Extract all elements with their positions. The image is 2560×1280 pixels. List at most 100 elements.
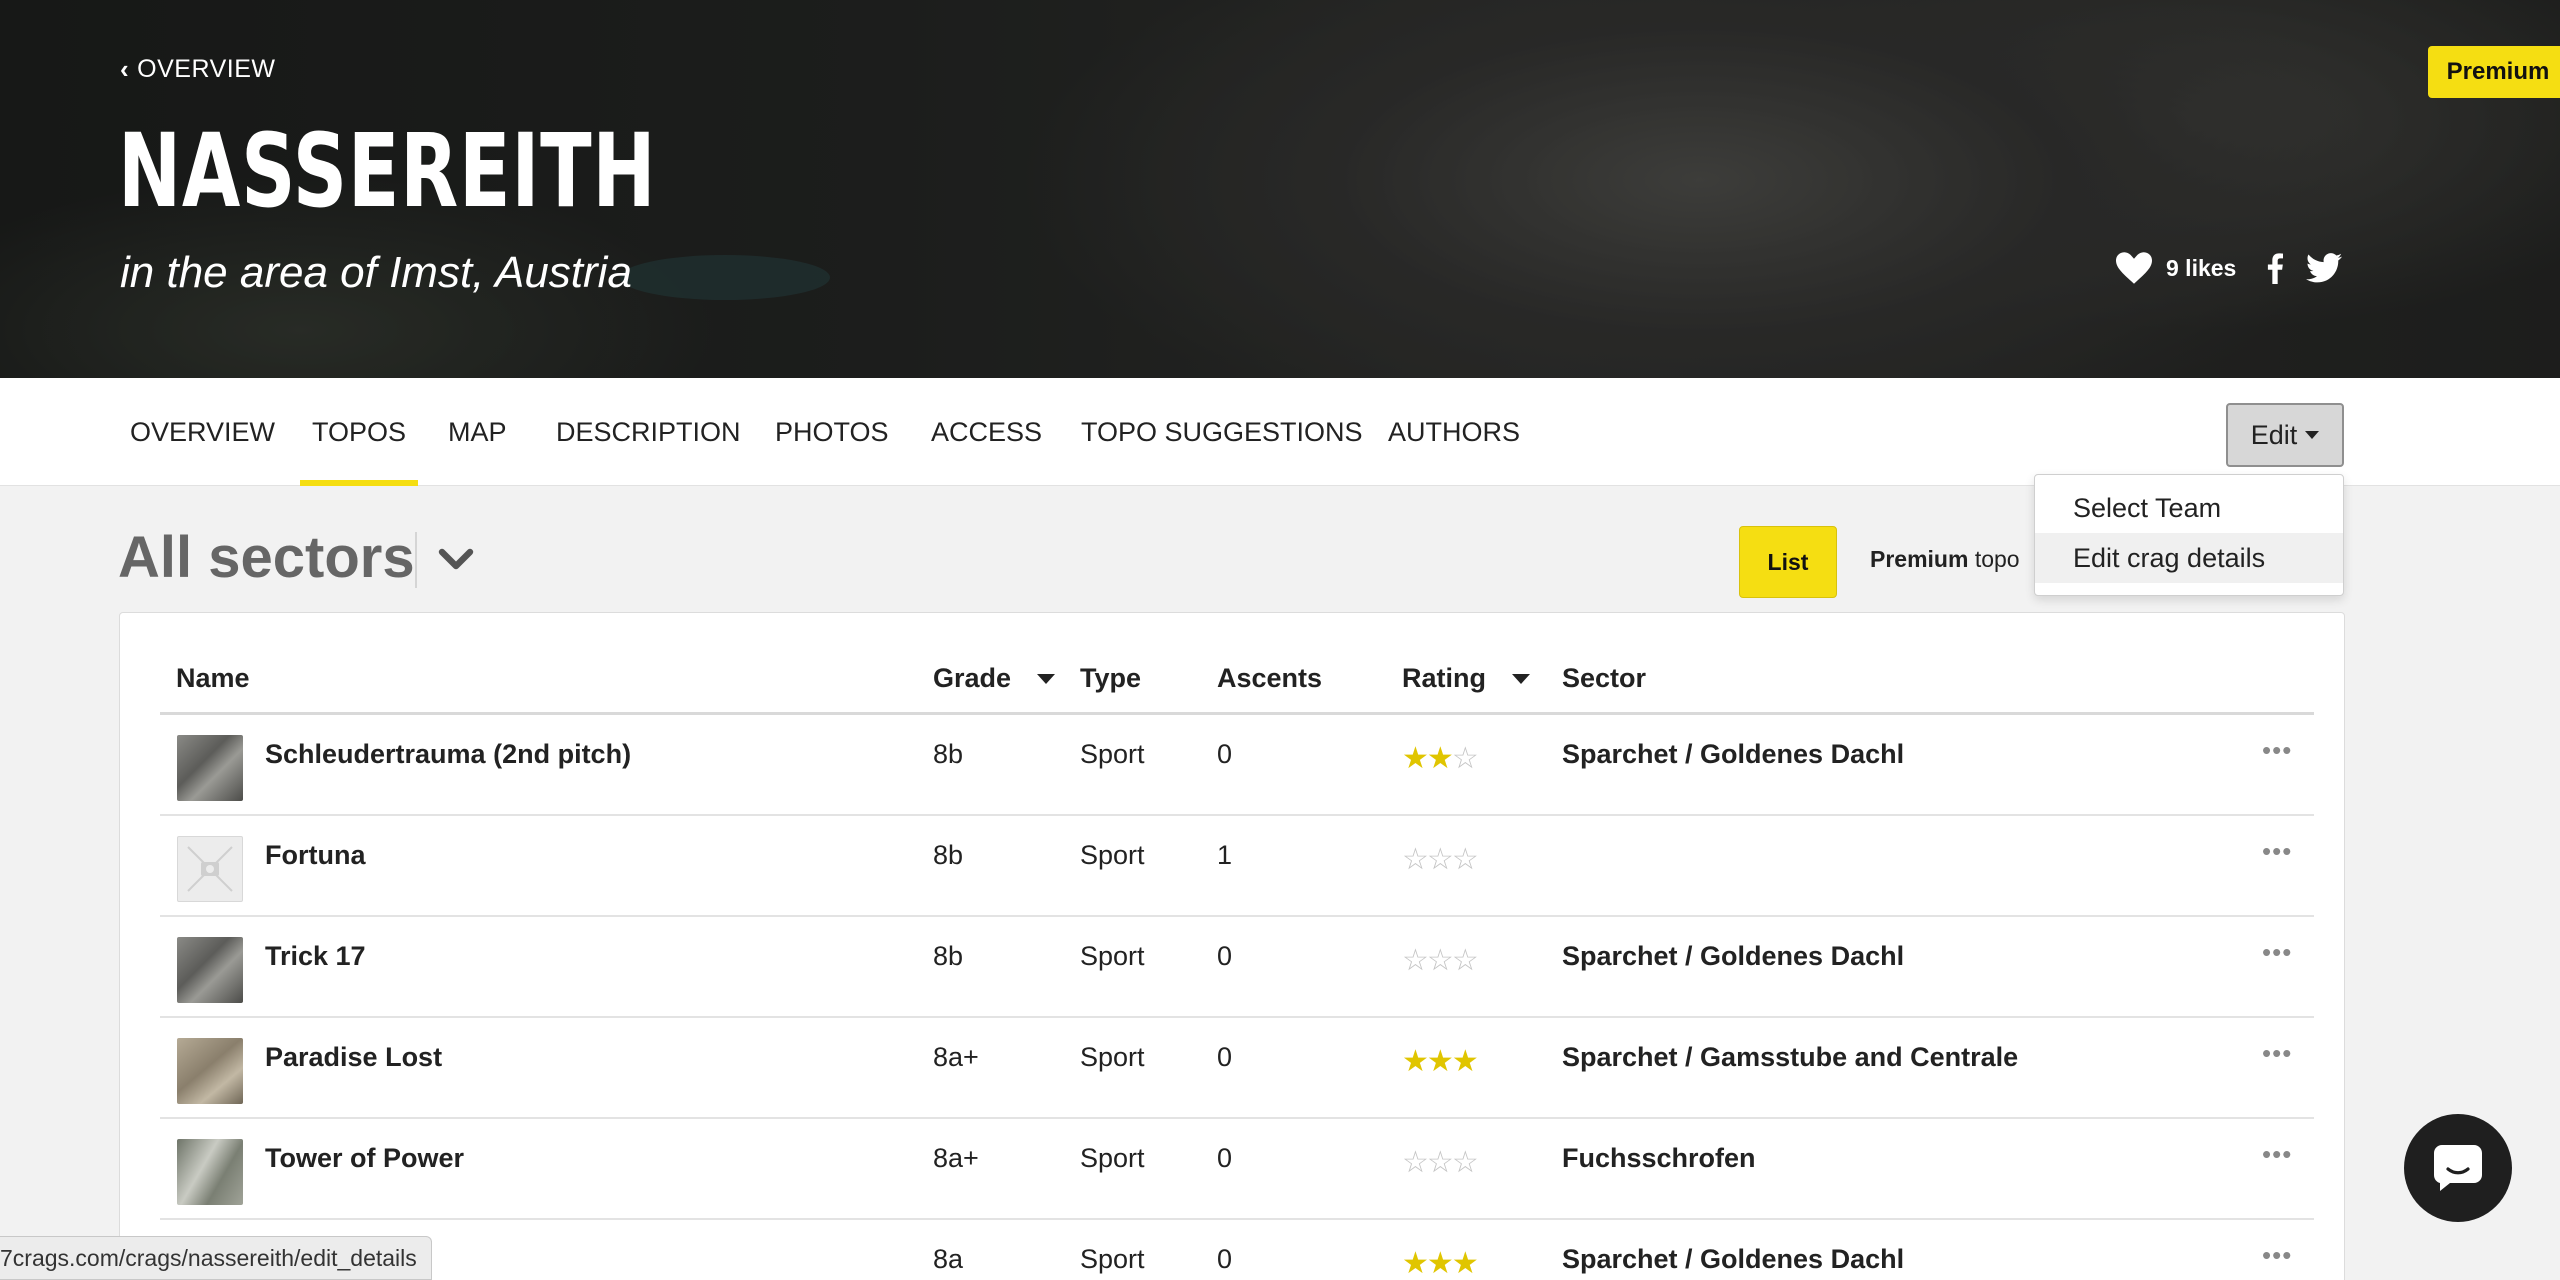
star-empty-icon: ☆ (1451, 944, 1479, 977)
route-thumbnail[interactable] (177, 1139, 243, 1205)
premium-badge[interactable]: Premium (2428, 46, 2560, 98)
tab-access[interactable]: ACCESS (919, 378, 1054, 486)
more-options-icon[interactable]: ••• (2262, 836, 2292, 867)
social-bar: 9 likes (2116, 252, 2343, 284)
route-type: Sport (1080, 1143, 1145, 1173)
route-type: Sport (1080, 739, 1145, 769)
more-options-icon[interactable]: ••• (2262, 1240, 2292, 1271)
list-view-button[interactable]: List (1739, 526, 1837, 598)
route-sector[interactable]: Sparchet / Gamsstube and Centrale (1562, 1042, 2018, 1073)
heart-icon[interactable] (2116, 252, 2152, 284)
sort-caret-icon (1512, 673, 1530, 684)
col-header-rating[interactable]: Rating (1402, 663, 1530, 694)
tab-topo-suggestions[interactable]: TOPO SUGGESTIONS (1069, 378, 1375, 486)
edit-button-label: Edit (2250, 419, 2298, 450)
chat-widget-button[interactable] (2404, 1114, 2512, 1222)
col-header-grade[interactable]: Grade (933, 663, 1056, 694)
star-empty-icon: ☆ (1402, 843, 1429, 876)
route-rating: ★★★ (1402, 1246, 1479, 1280)
col-header-type[interactable]: Type (1080, 663, 1141, 694)
route-ascents: 0 (1217, 941, 1233, 971)
tab-photos[interactable]: PHOTOS (763, 378, 901, 486)
routes-table-card: Name Grade Type Ascents Rating Sector Sc… (119, 612, 2345, 1280)
route-name[interactable]: Paradise Lost (265, 1042, 442, 1073)
star-empty-icon: ☆ (1426, 1146, 1454, 1179)
routes-table-header: Name Grade Type Ascents Rating Sector (160, 613, 2314, 715)
table-row[interactable]: Paradise Lost 8a+ Sport 0 Sparchet / Gamsstu… (160, 1018, 2314, 1119)
route-sector[interactable]: Fuchsschrofen (1562, 1143, 1756, 1174)
table-row[interactable]: 8a Sport 0 Sparchet / Goldenes Dachl ★★★ ••• (160, 1220, 2314, 1280)
back-to-overview-link[interactable]: ‹ OVERVIEW (120, 54, 275, 85)
route-ascents: 0 (1217, 739, 1233, 769)
more-options-icon[interactable]: ••• (2262, 735, 2292, 766)
tab-overview[interactable]: OVERVIEW (118, 378, 287, 486)
col-header-ascents[interactable]: Ascents (1217, 663, 1322, 694)
route-type: Sport (1080, 840, 1145, 870)
col-header-grade-label: Grade (933, 663, 1012, 693)
premium-topo-toggle[interactable]: Premium topo (1870, 546, 2020, 573)
route-thumbnail[interactable] (177, 937, 243, 1003)
route-type: Sport (1080, 1244, 1145, 1274)
route-name[interactable]: Fortuna (265, 840, 366, 871)
crag-location: in the area of Imst, Austria (120, 248, 632, 297)
table-row[interactable]: Tower of Power 8a+ Sport 0 Fuchsschrofen ☆☆☆ •… (160, 1119, 2314, 1220)
route-rating: ☆☆☆ (1402, 943, 1479, 978)
facebook-icon[interactable] (2266, 252, 2284, 284)
route-sector[interactable]: Sparchet / Goldenes Dachl (1562, 739, 1904, 770)
chat-bubble-icon (2434, 1145, 2482, 1191)
route-type: Sport (1080, 1042, 1145, 1072)
sort-caret-icon (1037, 673, 1056, 684)
route-ascents: 0 (1217, 1143, 1233, 1173)
sector-divider (415, 532, 417, 588)
route-grade: 8a+ (933, 1143, 979, 1173)
star-filled-icon: ★ (1451, 1247, 1479, 1280)
more-options-icon[interactable]: ••• (2262, 1139, 2292, 1170)
table-row[interactable]: Schleudertrauma (2nd pitch) 8b Sport 0 Sparc… (160, 715, 2314, 816)
more-options-icon[interactable]: ••• (2262, 937, 2292, 968)
star-filled-icon: ★ (1402, 742, 1429, 775)
menu-item-select-team[interactable]: Select Team (2035, 483, 2343, 533)
col-header-sector[interactable]: Sector (1562, 663, 1646, 694)
star-filled-icon: ★ (1451, 1045, 1479, 1078)
star-empty-icon: ☆ (1402, 944, 1429, 977)
table-row[interactable]: Fortuna 8b Sport 1 ☆☆☆ ••• (160, 816, 2314, 917)
col-header-rating-label: Rating (1402, 663, 1486, 693)
star-filled-icon: ★ (1426, 1247, 1454, 1280)
tab-authors[interactable]: AUTHORS (1376, 378, 1532, 486)
premium-topo-rest: topo (1968, 546, 2020, 572)
tab-map[interactable]: MAP (436, 378, 519, 486)
menu-item-edit-crag-details[interactable]: Edit crag details (2035, 533, 2343, 583)
tab-topos[interactable]: TOPOS (300, 378, 419, 486)
tab-description[interactable]: DESCRIPTION (544, 378, 753, 486)
twitter-icon[interactable] (2306, 253, 2343, 283)
route-thumbnail-placeholder[interactable] (177, 836, 243, 902)
route-grade: 8b (933, 840, 964, 870)
crag-navbar: OVERVIEW TOPOS MAP DESCRIPTION PHOTOS AC… (0, 378, 2560, 486)
route-ascents: 0 (1217, 1042, 1233, 1072)
star-filled-icon: ★ (1402, 1247, 1429, 1280)
premium-topo-bold: Premium (1870, 546, 1969, 572)
route-name[interactable]: Tower of Power (265, 1143, 464, 1174)
route-sector[interactable]: Sparchet / Goldenes Dachl (1562, 941, 1904, 972)
route-sector[interactable]: Sparchet / Goldenes Dachl (1562, 1244, 1904, 1275)
hero-banner: ‹ OVERVIEW NASSEREITH in the area of Ims… (0, 0, 2560, 378)
chevron-left-icon: ‹ (120, 54, 130, 84)
star-empty-icon: ☆ (1426, 944, 1454, 977)
no-image-icon (187, 846, 233, 892)
sector-selector-title[interactable]: All sectors (118, 524, 415, 591)
table-row[interactable]: Trick 17 8b Sport 0 Sparchet / Goldenes Dach… (160, 917, 2314, 1018)
route-thumbnail[interactable] (177, 1038, 243, 1104)
route-rating: ☆☆☆ (1402, 1145, 1479, 1180)
star-empty-icon: ☆ (1402, 1146, 1429, 1179)
chevron-down-icon[interactable] (436, 546, 476, 579)
likes-count: 9 likes (2166, 254, 2237, 281)
star-filled-icon: ★ (1402, 1045, 1429, 1078)
route-ascents: 0 (1217, 1244, 1233, 1274)
route-rating: ☆☆☆ (1402, 842, 1479, 877)
more-options-icon[interactable]: ••• (2262, 1038, 2292, 1069)
col-header-name[interactable]: Name (176, 663, 250, 694)
edit-dropdown-button[interactable]: Edit (2226, 403, 2344, 467)
route-thumbnail[interactable] (177, 735, 243, 801)
route-name[interactable]: Schleudertrauma (2nd pitch) (265, 739, 631, 770)
route-name[interactable]: Trick 17 (265, 941, 366, 972)
